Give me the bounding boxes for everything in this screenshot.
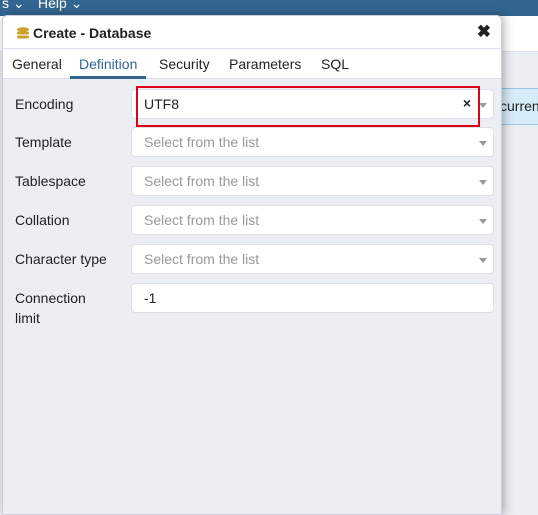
template-select[interactable]: Select from the list (131, 127, 494, 157)
dialog-title: Create - Database (33, 25, 152, 41)
connection-limit-input[interactable]: -1 (131, 283, 494, 313)
chevron-down-icon[interactable] (479, 180, 487, 185)
character-type-select[interactable]: Select from the list (131, 244, 494, 274)
top-menu-bar: s ⌄ Help ⌄ (0, 0, 538, 16)
close-icon[interactable]: ✖ (477, 22, 491, 42)
encoding-select[interactable]: UTF8 × (131, 89, 494, 119)
chevron-down-icon[interactable] (479, 258, 487, 263)
tab-bar: General Definition Security Parameters S… (3, 49, 501, 79)
database-icon (17, 27, 29, 39)
tablespace-label: Tablespace (15, 173, 86, 189)
tab-sql[interactable]: SQL (321, 56, 349, 72)
tablespace-select[interactable]: Select from the list (131, 166, 494, 196)
menu-partial[interactable]: s ⌄ (2, 0, 25, 12)
encoding-label: Encoding (15, 96, 74, 112)
tab-general[interactable]: General (12, 56, 62, 72)
chevron-down-icon[interactable] (479, 103, 487, 108)
create-database-dialog: Create - Database ✖ General Definition S… (2, 15, 502, 515)
chevron-down-icon[interactable] (479, 219, 487, 224)
character-type-label: Character type (15, 251, 107, 267)
menu-help[interactable]: Help ⌄ (38, 0, 82, 12)
collation-label: Collation (15, 212, 70, 228)
connection-limit-label: Connection limit (15, 290, 86, 326)
template-label: Template (15, 134, 72, 150)
chevron-down-icon[interactable] (479, 141, 487, 146)
clear-icon[interactable]: × (463, 95, 471, 111)
collation-select[interactable]: Select from the list (131, 205, 494, 235)
tab-security[interactable]: Security (159, 56, 210, 72)
dialog-header: Create - Database ✖ (3, 16, 501, 49)
tab-definition[interactable]: Definition (70, 56, 147, 79)
tab-parameters[interactable]: Parameters (229, 56, 301, 72)
